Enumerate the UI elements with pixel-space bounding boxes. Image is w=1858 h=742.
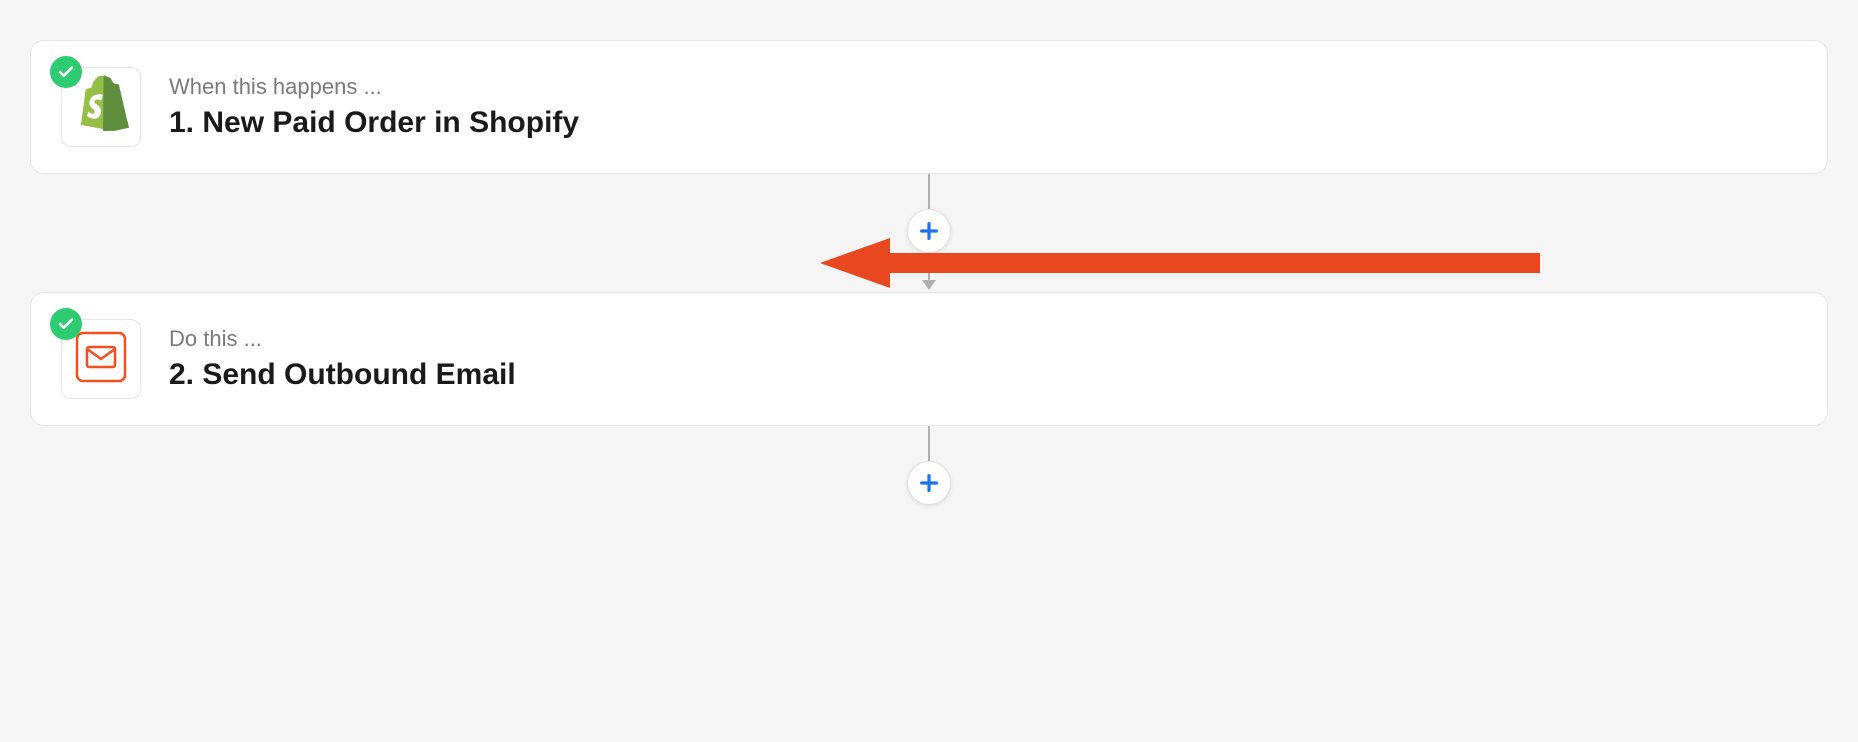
action-step-card[interactable]: Do this ... 2. Send Outbound Email (30, 292, 1828, 426)
add-step-button[interactable] (907, 209, 951, 253)
status-ok-badge (50, 308, 82, 340)
step-title: 1. New Paid Order in Shopify (169, 106, 579, 140)
status-ok-badge (50, 56, 82, 88)
connector-line (928, 174, 930, 209)
check-icon (57, 315, 75, 333)
app-icon-box (61, 67, 141, 147)
add-step-button[interactable] (907, 461, 951, 505)
workflow-container: When this happens ... 1. New Paid Order … (0, 0, 1858, 545)
step-title: 2. Send Outbound Email (169, 358, 516, 392)
plus-icon (918, 472, 940, 494)
step-subtitle: When this happens ... (169, 74, 579, 100)
arrowhead-icon (922, 280, 936, 290)
step-subtitle: Do this ... (169, 326, 516, 352)
plus-icon (918, 220, 940, 242)
step-text-block: When this happens ... 1. New Paid Order … (169, 74, 579, 140)
connector-line (928, 426, 930, 461)
step-connector-tail (30, 426, 1828, 505)
connector-line (928, 253, 930, 288)
shopify-icon (73, 73, 129, 142)
email-icon (73, 329, 129, 390)
step-connector (30, 174, 1828, 292)
trigger-step-card[interactable]: When this happens ... 1. New Paid Order … (30, 40, 1828, 174)
check-icon (57, 63, 75, 81)
step-text-block: Do this ... 2. Send Outbound Email (169, 326, 516, 392)
app-icon-box (61, 319, 141, 399)
